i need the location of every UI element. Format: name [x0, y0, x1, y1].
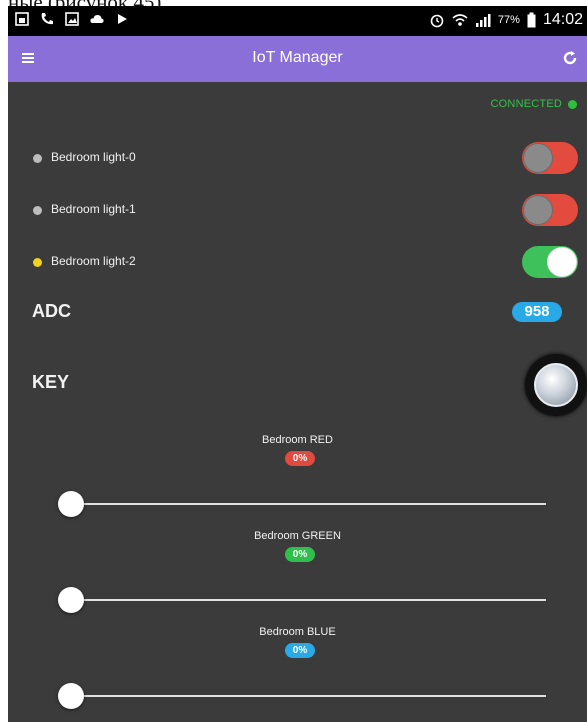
key-button[interactable]: [525, 354, 587, 416]
slider-green-track[interactable]: [70, 599, 546, 601]
slider-blue-thumb[interactable]: [58, 683, 84, 709]
connection-status-dot: [568, 99, 577, 109]
slider-green-title: Bedroom GREEN: [254, 530, 341, 542]
phone-icon: [39, 11, 55, 27]
sim-icon: [14, 11, 30, 27]
slider-green-value: 0%: [285, 547, 315, 562]
slider-red-title: Bedroom RED: [262, 434, 333, 446]
slider-red-thumb[interactable]: [58, 491, 84, 517]
light-indicator-1: [33, 206, 42, 215]
key-label: KEY: [32, 372, 70, 392]
slider-blue-title: Bedroom BLUE: [259, 626, 336, 638]
connection-status: CONNECTED: [491, 98, 577, 110]
light-toggle-0[interactable]: [522, 142, 578, 174]
battery-percent: 77%: [497, 14, 520, 26]
slider-red-value: 0%: [285, 451, 315, 466]
light-label-0: Bedroom light-0: [51, 150, 136, 164]
slider-green-thumb[interactable]: [58, 587, 84, 613]
key-button-icon: [534, 363, 578, 407]
play-icon: [114, 11, 130, 27]
refresh-icon[interactable]: [561, 49, 579, 67]
cloud-icon: [89, 11, 105, 27]
light-indicator-2: [33, 258, 42, 267]
status-bar: 77% 14:02: [8, 6, 587, 36]
app-bar: IoT Manager: [8, 36, 587, 82]
alarm-icon: [429, 12, 445, 28]
light-row-2: Bedroom light-2: [8, 246, 587, 280]
light-row-1: Bedroom light-1: [8, 194, 587, 228]
light-label-1: Bedroom light-1: [51, 202, 136, 216]
slider-blue-track[interactable]: [70, 695, 546, 697]
wifi-icon: [452, 12, 468, 28]
light-row-0: Bedroom light-0: [8, 142, 587, 176]
light-indicator-0: [33, 154, 42, 163]
app-title: IoT Manager: [252, 49, 343, 66]
signal-icon: [475, 12, 491, 28]
adc-value-badge: 958: [512, 302, 562, 322]
phone-screen: 77% 14:02 IoT Manager CONNECTED Bedroom …: [8, 6, 587, 722]
light-toggle-1[interactable]: [522, 194, 578, 226]
image-icon: [64, 11, 80, 27]
status-bar-right: 77% 14:02: [429, 11, 583, 29]
slider-red-track[interactable]: [70, 503, 546, 505]
light-toggle-2[interactable]: [522, 246, 578, 278]
connection-status-text: CONNECTED: [490, 98, 562, 110]
status-time: 14:02: [542, 11, 583, 28]
adc-label: ADC: [32, 301, 71, 321]
status-bar-left-icons: [14, 11, 130, 27]
battery-icon: [527, 12, 536, 28]
slider-blue-value: 0%: [285, 643, 315, 658]
light-label-2: Bedroom light-2: [51, 254, 136, 268]
